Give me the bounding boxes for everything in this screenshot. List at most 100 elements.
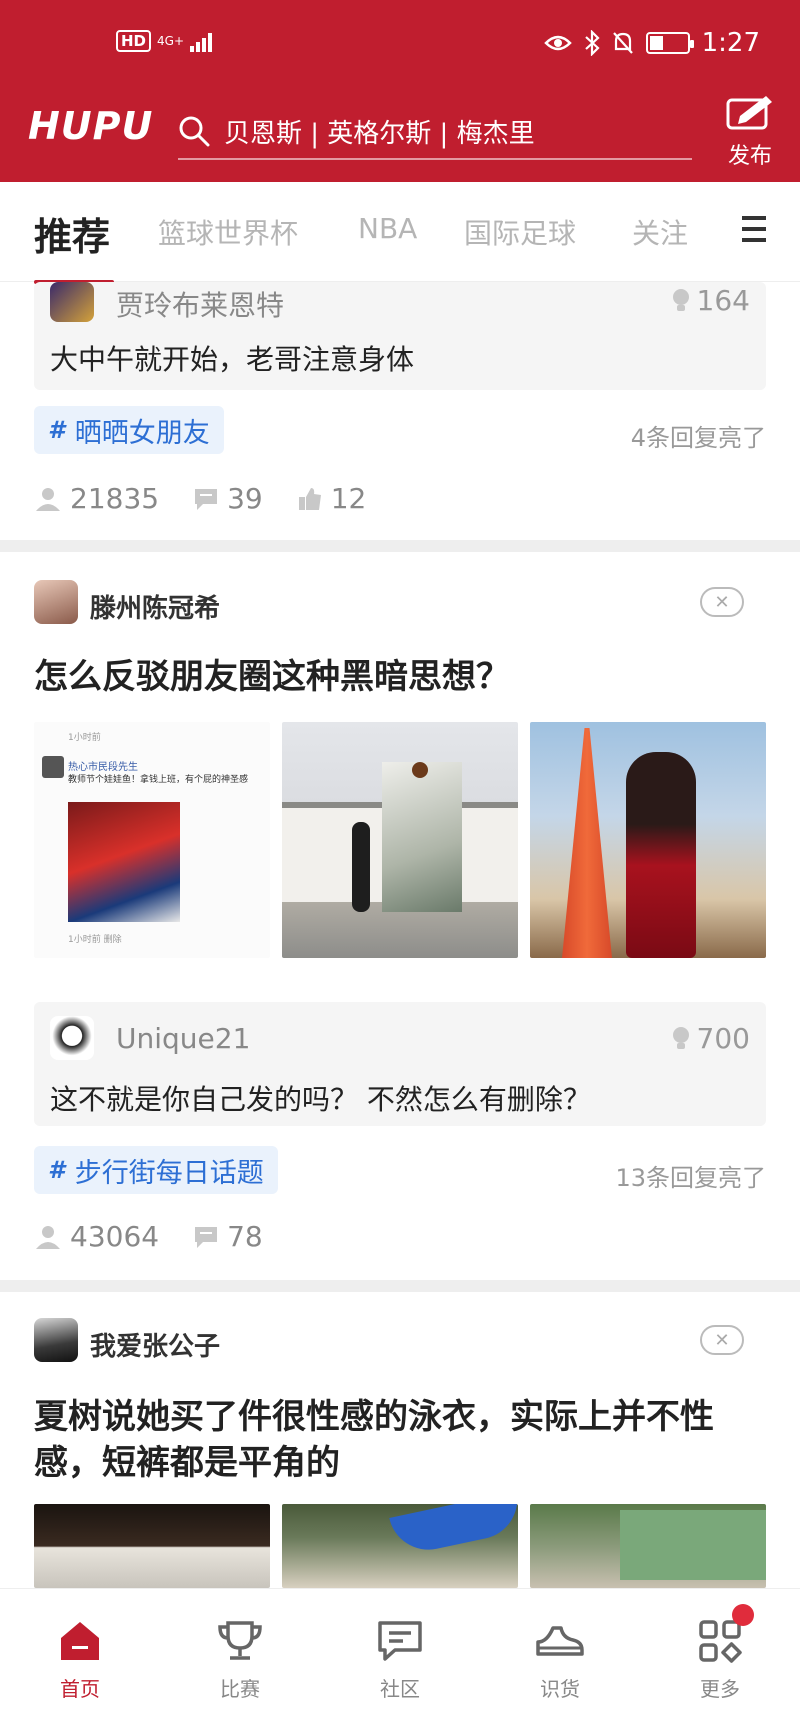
signal-icon bbox=[190, 33, 213, 52]
hot-comment[interactable]: Unique21 700 这不就是你自己发的吗？ 不然怎么有删除？ bbox=[34, 1002, 766, 1126]
dismiss-post-button[interactable]: ✕ bbox=[700, 587, 744, 617]
views-stat: 21835 bbox=[34, 482, 159, 515]
thumb-time-2: 1小时前 删除 bbox=[68, 935, 122, 945]
comments-count: 39 bbox=[227, 482, 263, 515]
reply-count[interactable]: 4条回复亮了 bbox=[631, 418, 766, 453]
search-placeholder: 贝恩斯 | 英格尔斯 | 梅杰里 bbox=[224, 118, 535, 149]
basketball bbox=[412, 762, 428, 778]
topic-icon: # bbox=[48, 416, 65, 444]
hd-badge: HD bbox=[116, 30, 152, 52]
post-image-3[interactable] bbox=[530, 1504, 766, 1588]
likes-count: 12 bbox=[330, 482, 367, 515]
topic-label: 步行街每日话题 bbox=[74, 1157, 264, 1189]
viewers-icon bbox=[36, 1225, 60, 1249]
nav-shihuo[interactable]: 识货 bbox=[520, 1617, 600, 1702]
commenter-avatar[interactable] bbox=[50, 282, 94, 322]
topic-tag[interactable]: # 晒晒女朋友 bbox=[34, 406, 224, 454]
trophy-icon bbox=[218, 1621, 262, 1660]
views-count: 43064 bbox=[70, 1220, 160, 1253]
nav-more-label: 更多 bbox=[700, 1677, 740, 1701]
tab-following[interactable]: 关注 bbox=[632, 212, 688, 252]
woman-figure bbox=[626, 752, 696, 958]
thumb-name: 热心市民段先生 bbox=[68, 762, 138, 773]
status-time: 1:27 bbox=[701, 28, 760, 58]
post-author[interactable]: 我爱张公子 bbox=[90, 1326, 220, 1363]
lights-count: 700 bbox=[696, 1022, 750, 1055]
post-stats: 21835 39 12 bbox=[34, 482, 400, 515]
bluetooth-icon bbox=[584, 30, 600, 56]
search-icon bbox=[179, 116, 210, 147]
topic-label: 晒晒女朋友 bbox=[74, 417, 210, 449]
close-icon: ✕ bbox=[714, 1329, 730, 1351]
hupu-logo[interactable]: HUPU bbox=[28, 104, 153, 148]
nav-home[interactable]: 首页 bbox=[40, 1617, 120, 1702]
topic-tag[interactable]: # 步行街每日话题 bbox=[34, 1146, 278, 1194]
views-count: 21835 bbox=[70, 482, 160, 515]
light-bulb-icon bbox=[672, 1026, 689, 1049]
author-avatar[interactable] bbox=[34, 1318, 78, 1362]
commenter-avatar[interactable] bbox=[50, 1016, 94, 1060]
tab-recommend[interactable]: 推荐 bbox=[34, 206, 110, 261]
dismiss-post-button[interactable]: ✕ bbox=[700, 1325, 744, 1355]
post-title[interactable]: 怎么反驳朋友圈这种黑暗思想？ bbox=[34, 654, 764, 700]
comment-lights[interactable]: 700 bbox=[671, 1022, 750, 1055]
nav-shihuo-label: 识货 bbox=[540, 1677, 580, 1701]
nav-more[interactable]: 更多 bbox=[680, 1617, 760, 1702]
comment-author[interactable]: 贾玲布莱恩特 bbox=[116, 284, 284, 324]
nav-community-label: 社区 bbox=[380, 1677, 420, 1701]
edit-icon bbox=[726, 96, 772, 130]
thumb-body: 教师节个娃娃鱼！拿钱上班，有个屁的神圣感 bbox=[68, 775, 249, 785]
channel-menu-button[interactable] bbox=[742, 216, 766, 249]
tab-nba[interactable]: NBA bbox=[358, 212, 417, 245]
post-author[interactable]: 滕州陈冠希 bbox=[90, 588, 220, 625]
nav-matches[interactable]: 比赛 bbox=[200, 1617, 280, 1702]
publish-label: 发布 bbox=[727, 144, 772, 169]
comments-stat[interactable]: 78 bbox=[193, 1220, 263, 1253]
post-image-basketball[interactable] bbox=[282, 722, 518, 958]
mural-wall bbox=[382, 762, 462, 912]
post-stats: 43064 78 bbox=[34, 1220, 297, 1253]
status-bar: HD 4G+ 1:27 bbox=[0, 0, 800, 90]
post-image-screenshot[interactable]: 1小时前 热心市民段先生 教师节个娃娃鱼！拿钱上班，有个屁的神圣感 1小时前 删… bbox=[34, 722, 270, 958]
likes-stat[interactable]: 12 bbox=[297, 482, 367, 515]
comment-text: 大中午就开始，老哥注意身体 bbox=[50, 343, 415, 376]
feed-separator bbox=[0, 540, 800, 552]
lights-count: 164 bbox=[696, 284, 750, 317]
nav-home-label: 首页 bbox=[60, 1677, 100, 1701]
author-avatar[interactable] bbox=[34, 580, 78, 624]
thumb-photo bbox=[68, 802, 180, 922]
network-type: 4G+ bbox=[157, 34, 185, 48]
nav-matches-label: 比赛 bbox=[220, 1677, 260, 1701]
mute-icon bbox=[612, 32, 633, 54]
viewers-icon bbox=[36, 487, 60, 511]
reply-count[interactable]: 13条回复亮了 bbox=[615, 1158, 766, 1193]
feed-separator bbox=[0, 1280, 800, 1292]
battery-fill bbox=[649, 36, 663, 50]
views-stat: 43064 bbox=[34, 1220, 159, 1253]
battery-icon bbox=[645, 32, 694, 54]
comment-lights[interactable]: 164 bbox=[671, 284, 750, 317]
hot-comment[interactable]: 贾玲布莱恩特 164 大中午就开始，老哥注意身体 bbox=[34, 282, 766, 390]
comment-text: 这不就是你自己发的吗？ 不然怎么有删除？ bbox=[50, 1083, 591, 1116]
thumbs-up-icon bbox=[298, 487, 321, 510]
grid-icon bbox=[699, 1620, 742, 1663]
post-image-2[interactable] bbox=[282, 1504, 518, 1588]
umbrella bbox=[389, 1504, 518, 1558]
bottom-navigation: 首页 比赛 社区 识货 更多 bbox=[0, 1588, 800, 1711]
nav-community[interactable]: 社区 bbox=[360, 1617, 440, 1702]
post-image-tokyo-tower[interactable] bbox=[530, 722, 766, 958]
notification-badge bbox=[732, 1604, 754, 1626]
tab-basketball-world-cup[interactable]: 篮球世界杯 bbox=[158, 212, 298, 252]
publish-button[interactable]: 发布 bbox=[718, 94, 782, 170]
comments-stat[interactable]: 39 bbox=[193, 482, 263, 515]
eye-icon bbox=[543, 35, 572, 51]
thumb-time: 1小时前 bbox=[68, 733, 101, 743]
post-title[interactable]: 夏树说她买了件很性感的泳衣，实际上并不性感，短裤都是平角的 bbox=[34, 1394, 764, 1486]
tower bbox=[562, 728, 612, 958]
comment-author[interactable]: Unique21 bbox=[116, 1022, 250, 1055]
home-icon bbox=[61, 1622, 99, 1660]
post-image-1[interactable] bbox=[34, 1504, 270, 1588]
comment-icon bbox=[195, 488, 218, 510]
search-bar[interactable]: 贝恩斯 | 英格尔斯 | 梅杰里 bbox=[178, 104, 692, 160]
tab-intl-football[interactable]: 国际足球 bbox=[464, 212, 576, 252]
